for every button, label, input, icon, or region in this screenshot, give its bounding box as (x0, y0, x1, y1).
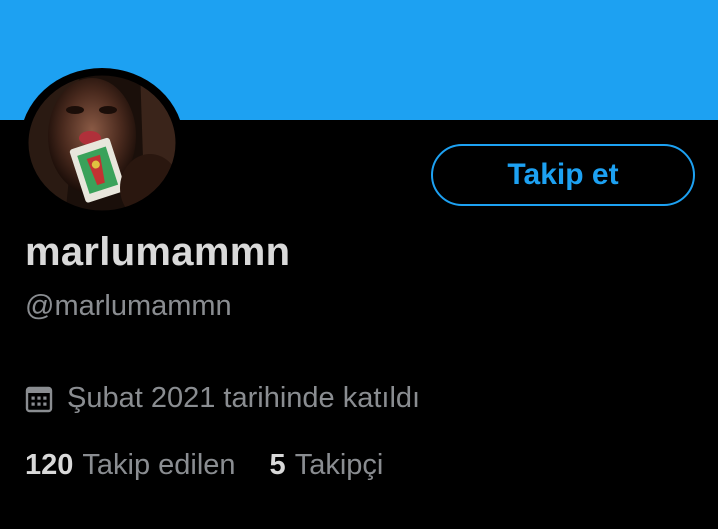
join-date: Şubat 2021 tarihinde katıldı (25, 382, 420, 415)
profile-handle: @marlumammn (25, 290, 232, 322)
followers-link[interactable]: 5 Takipçi (270, 449, 384, 482)
profile-page: Takip et marlumammn @marlumammn Şubat 20… (0, 0, 718, 529)
following-count: 120 (25, 449, 74, 481)
followers-label: Takipçi (294, 449, 384, 481)
display-name: marlumammn (25, 230, 291, 274)
avatar[interactable] (20, 68, 184, 218)
follow-button[interactable]: Takip et (431, 144, 695, 206)
avatar-photo-icon (23, 70, 181, 216)
follow-stats: 120 Takip edilen 5 Takipçi (25, 449, 383, 482)
following-label: Takip edilen (82, 449, 236, 481)
join-date-text: Şubat 2021 tarihinde katıldı (67, 382, 421, 414)
following-link[interactable]: 120 Takip edilen (25, 449, 236, 482)
calendar-icon (25, 385, 53, 413)
followers-count: 5 (269, 449, 286, 481)
